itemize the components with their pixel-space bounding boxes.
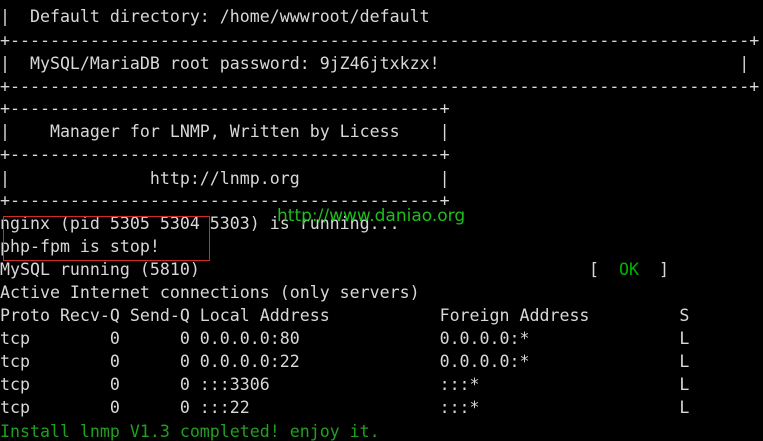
install-complete-line: Install lnmp V1.3 completed! enjoy it. — [0, 422, 380, 441]
default-directory-line: | Default directory: /home/wwwroot/defau… — [0, 7, 763, 26]
connections-heading: Active Internet connections (only server… — [0, 283, 420, 302]
watermark-url: http://www.daniao.org — [277, 206, 466, 226]
netstat-header-row: Proto Recv-Q Send-Q Local Address Foreig… — [0, 306, 690, 325]
netstat-row: tcp 0 0 0.0.0.0:80 0.0.0.0:* L — [0, 329, 690, 348]
netstat-row: tcp 0 0 :::22 :::* L — [0, 398, 690, 417]
mysql-status-line: MySQL running (5810) — [0, 260, 200, 279]
php-fpm-status-line: php-fpm is stop! — [0, 237, 160, 256]
netstat-row: tcp 0 0 0.0.0.0:22 0.0.0.0:* L — [0, 352, 690, 371]
status-open-bracket: [ — [589, 260, 599, 279]
status-close-bracket: ] — [658, 260, 669, 279]
manager-title-line: | Manager for LNMP, Written by Licess | — [0, 122, 450, 141]
manager-box-top: +---------------------------------------… — [0, 99, 450, 118]
mysql-status-badge: [ OK ] — [589, 258, 669, 281]
manager-box-divider: +---------------------------------------… — [0, 145, 450, 164]
terminal-window[interactable]: | Default directory: /home/wwwroot/defau… — [0, 0, 763, 441]
root-password-line: | MySQL/MariaDB root password: 9jZ46jtxk… — [0, 54, 750, 73]
status-ok: OK — [618, 260, 639, 279]
box-border-line: +---------------------------------------… — [0, 31, 760, 50]
lnmp-url-line: | http://lnmp.org | — [0, 169, 450, 188]
box-border-line: +---------------------------------------… — [0, 77, 760, 96]
netstat-row: tcp 0 0 :::3306 :::* L — [0, 375, 690, 394]
